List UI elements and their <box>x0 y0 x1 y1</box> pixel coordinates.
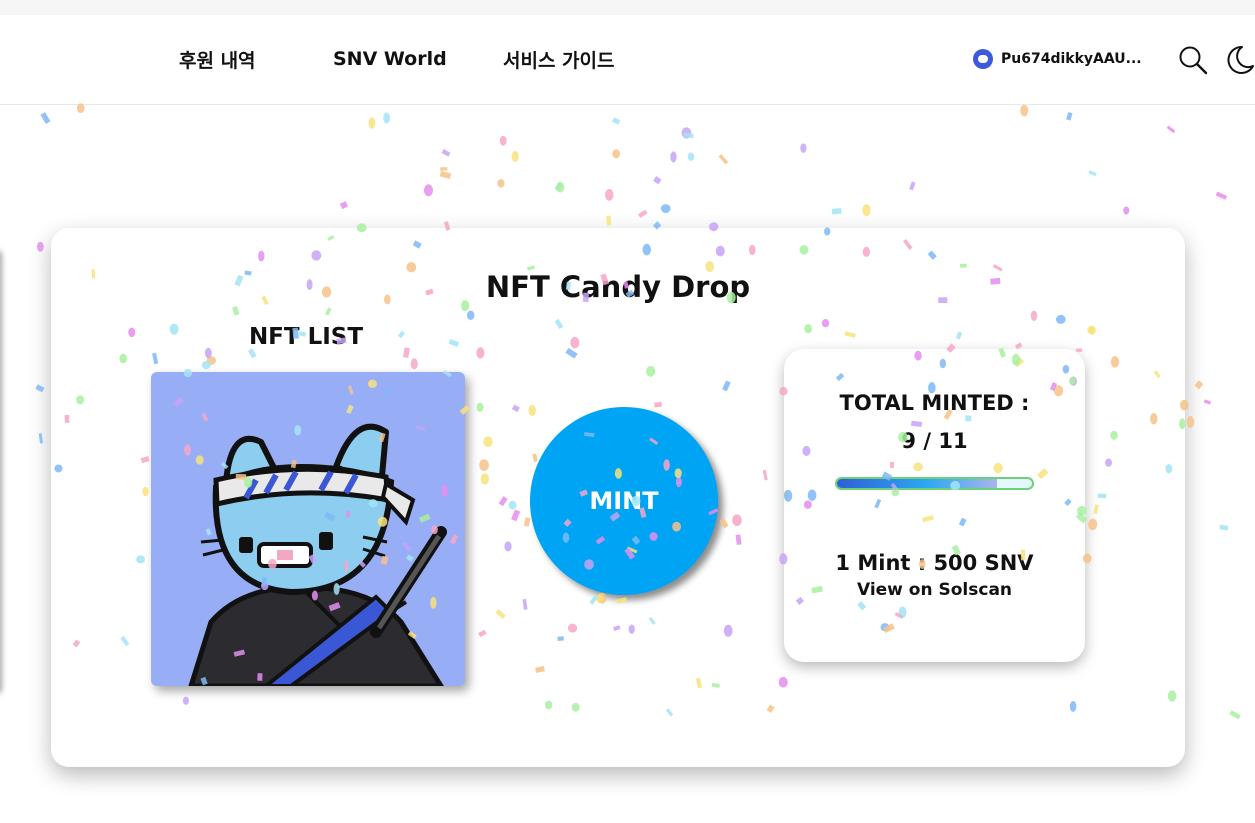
candy-drop-card: NFT Candy Drop NFT LIST MINT TOTAL MINTE… <box>51 228 1185 767</box>
confetti-piece <box>612 117 621 125</box>
mint-stats-panel: TOTAL MINTED : 9 / 11 1 Mint : 500 SNV V… <box>784 349 1085 662</box>
confetti-piece <box>718 154 729 165</box>
confetti-piece <box>909 181 916 191</box>
confetti-piece <box>1186 416 1195 428</box>
confetti-piece <box>862 204 871 217</box>
confetti-piece <box>40 112 51 124</box>
confetti-piece <box>497 178 505 188</box>
minted-progress-fill <box>837 479 997 488</box>
moon-icon[interactable] <box>1225 45 1255 79</box>
confetti-piece <box>653 176 662 185</box>
total-minted-label: TOTAL MINTED : <box>839 391 1030 415</box>
confetti-piece <box>612 149 621 159</box>
wallet-button[interactable]: Pu674dikkyAAU... <box>973 49 1142 69</box>
confetti-piece <box>800 143 807 153</box>
confetti-piece <box>1088 170 1097 177</box>
confetti-piece <box>37 241 44 252</box>
confetti-piece <box>440 167 448 171</box>
minted-progress-bar <box>835 477 1034 490</box>
confetti-piece <box>35 384 45 393</box>
confetti-piece <box>339 201 349 210</box>
confetti-piece <box>423 184 434 197</box>
top-navbar: 후원 내역 SNV World 서비스 가이드 Pu674dikkyAAU... <box>0 15 1255 105</box>
nav-item-donation-history[interactable]: 후원 내역 <box>179 46 256 73</box>
nft-cat-image[interactable] <box>151 372 465 686</box>
confetti-piece <box>660 204 671 214</box>
confetti-piece <box>499 135 507 146</box>
page-title: NFT Candy Drop <box>485 270 751 304</box>
confetti-piece <box>1194 380 1204 390</box>
confetti-piece <box>1229 710 1241 720</box>
search-icon[interactable] <box>1178 45 1208 79</box>
confetti-piece <box>368 117 376 129</box>
confetti-piece <box>1203 399 1212 405</box>
confetti-piece <box>441 148 451 157</box>
confetti-piece <box>831 208 842 215</box>
confetti-piece <box>681 127 692 139</box>
confetti-piece <box>554 182 564 192</box>
confetti-piece <box>670 151 677 163</box>
confetti-piece <box>1020 104 1029 117</box>
confetti-piece <box>511 151 519 163</box>
confetti-piece <box>683 132 694 139</box>
browser-top-strip <box>0 0 1255 15</box>
view-on-solscan-link[interactable]: View on Solscan <box>784 580 1085 600</box>
confetti-piece <box>1219 524 1229 531</box>
mint-price: 1 Mint : 500 SNV <box>835 551 1034 575</box>
confetti-piece <box>1066 112 1073 121</box>
confetti-piece <box>604 189 614 201</box>
confetti-piece <box>1166 125 1176 134</box>
wallet-address: Pu674dikkyAAU... <box>1001 51 1142 67</box>
nav-item-service-guide[interactable]: 서비스 가이드 <box>503 46 615 73</box>
confetti-piece <box>687 152 695 161</box>
nft-list-title: NFT LIST <box>248 324 364 350</box>
wallet-avatar-icon <box>973 49 993 69</box>
nav-item-snv-world[interactable]: SNV World <box>333 48 447 70</box>
confetti-piece <box>638 209 648 218</box>
confetti-piece <box>383 112 391 124</box>
mint-button[interactable]: MINT <box>530 407 718 595</box>
confetti-piece <box>439 170 452 180</box>
confetti-piece <box>1123 206 1130 215</box>
minted-count: 9 / 11 <box>901 429 968 453</box>
confetti-piece <box>606 215 612 226</box>
confetti-piece <box>1215 191 1228 200</box>
confetti-piece <box>38 433 44 444</box>
confetti-piece <box>556 181 565 193</box>
